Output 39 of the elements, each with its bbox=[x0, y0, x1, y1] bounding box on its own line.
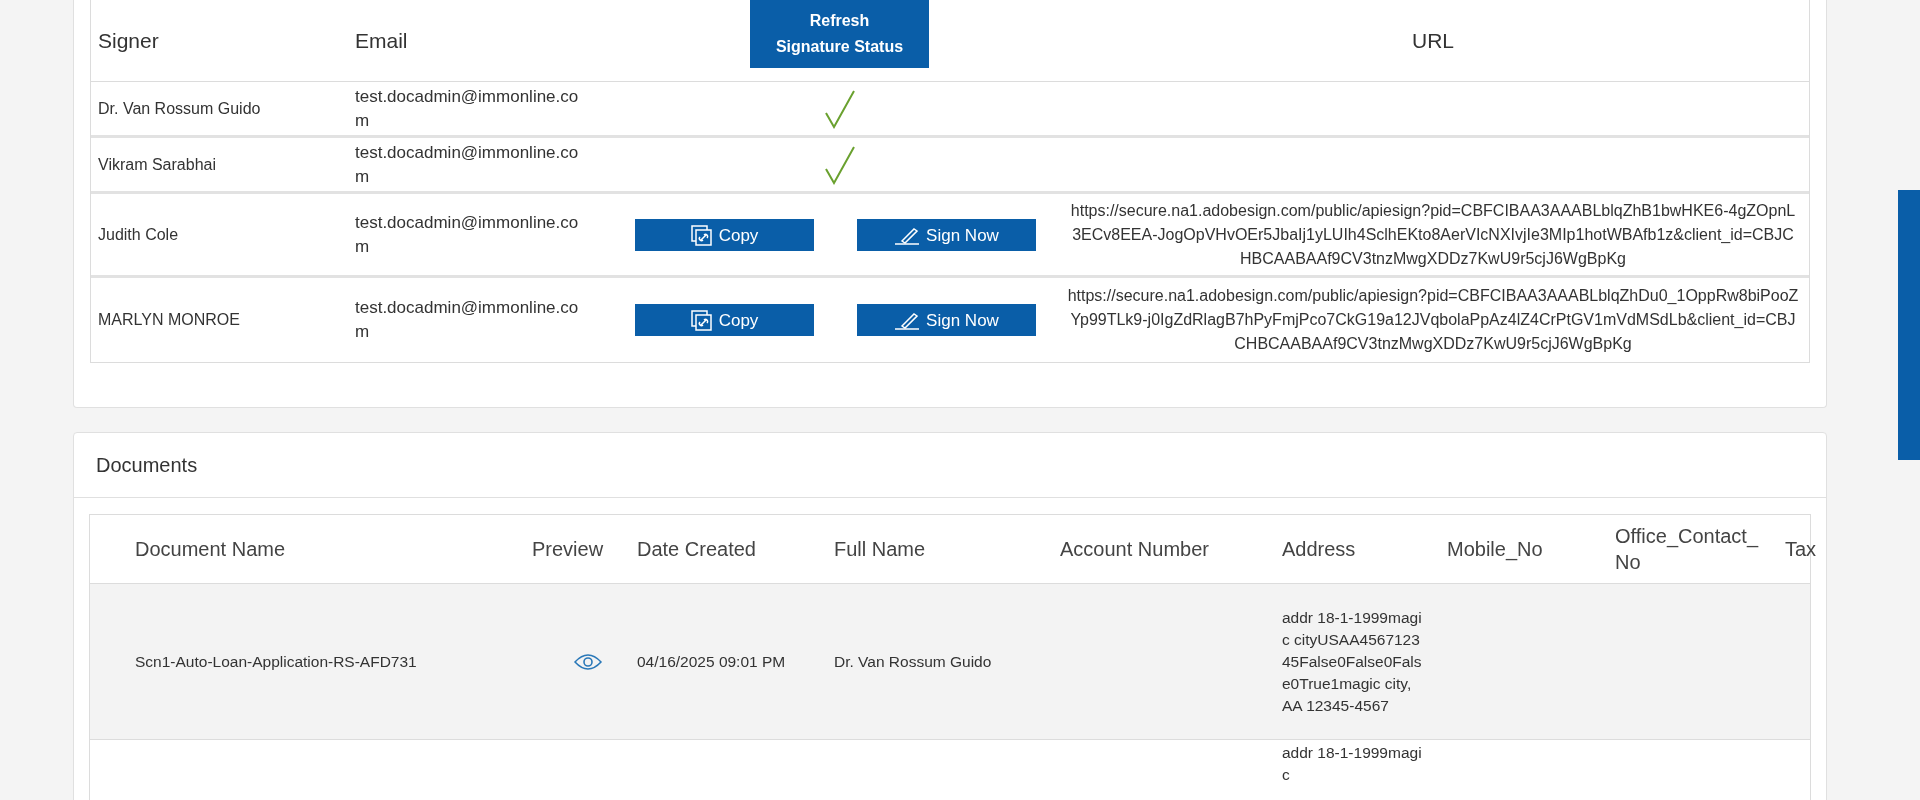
column-header: URL bbox=[1411, 27, 1455, 54]
signer-name: Judith Cole bbox=[97, 224, 180, 245]
signing-url: https://secure.na1.adobesign.com/public/apiesign?pid=CBFCIBAA3AAABLblqZhB1bwHKE6-4gZOpnL3ECv8EEA-JogOpVHvOEr5JbaIj1yLUIh4SclhEKto8AerVIcNXIvjIe3MIp1hotWBAfb1z&client_id=CBJCHBCAABAAf9CV3tnzMwgXDDz7KwU9r5cjJ6WgBpKg bbox=[1069, 200, 1797, 269]
signer-email: test.docadmin@immonline.com bbox=[355, 141, 579, 188]
sign-now-button[interactable]: Sign Now bbox=[857, 218, 1036, 251]
pen-icon bbox=[894, 312, 921, 330]
signer-name: MARLYN MONROE bbox=[97, 310, 241, 330]
date-created: 04/16/2025 09:01 PM bbox=[637, 652, 786, 670]
sign-now-button[interactable]: Sign Now bbox=[857, 304, 1036, 336]
copy-link-icon bbox=[690, 224, 713, 247]
signer-email: test.docadmin@immonline.com bbox=[355, 297, 579, 343]
column-header: Account Number bbox=[1059, 537, 1210, 562]
signer-name: Vikram Sarabhai bbox=[97, 154, 217, 175]
address-text: addr 18-1-1999magic bbox=[1281, 743, 1423, 785]
pen-icon bbox=[894, 226, 921, 245]
column-header: Signer bbox=[97, 27, 160, 54]
column-header: Full Name bbox=[833, 537, 927, 562]
signer-name: Dr. Van Rossum Guido bbox=[97, 98, 262, 119]
refresh-status-button[interactable]: Refresh Signature Status bbox=[750, 0, 929, 68]
column-header: Mobile_No bbox=[1446, 537, 1544, 563]
checkmark-icon bbox=[823, 144, 856, 185]
copy-button[interactable]: Copy bbox=[635, 304, 814, 336]
column-header: Email bbox=[354, 27, 409, 54]
column-header: Preview bbox=[531, 537, 605, 562]
section-title: Documents bbox=[96, 453, 198, 478]
column-header: Address bbox=[1281, 537, 1357, 562]
column-header: Document Name bbox=[134, 537, 287, 562]
column-header: Date Created bbox=[636, 537, 757, 562]
full-name: Dr. Van Rossum Guido bbox=[834, 652, 992, 670]
column-header: Office_Contact_No bbox=[1614, 524, 1760, 575]
signer-email: test.docadmin@immonline.com bbox=[355, 211, 579, 258]
document-name: Scn1-Auto-Loan-Application-RS-AFD731 bbox=[135, 652, 417, 670]
copy-link-icon bbox=[690, 310, 713, 332]
checkmark-icon bbox=[823, 88, 856, 129]
eye-icon[interactable] bbox=[574, 652, 602, 671]
address-text: addr 18-1-1999magic cityUSAA456712345False0False0False0True1magic city, AA 12345-4567 bbox=[1281, 607, 1423, 716]
signer-email: test.docadmin@immonline.com bbox=[355, 85, 579, 132]
signing-url: https://secure.na1.adobesign.com/public/apiesign?pid=CBFCIBAA3AAABLblqZhDu0_1OppRw8biPooZYp99TLk9-j0IgZdRlagB7hPyFmjPco7CkG19a12JVqbolaPpAz4lZ4CrPtGV1mVdMSdLb&client_id=CBJCHBCAABAAf9CV3tnzMwgXDDz7KwU9r5cjJ6WgBpKg bbox=[1066, 286, 1800, 354]
copy-button[interactable]: Copy bbox=[635, 218, 814, 251]
